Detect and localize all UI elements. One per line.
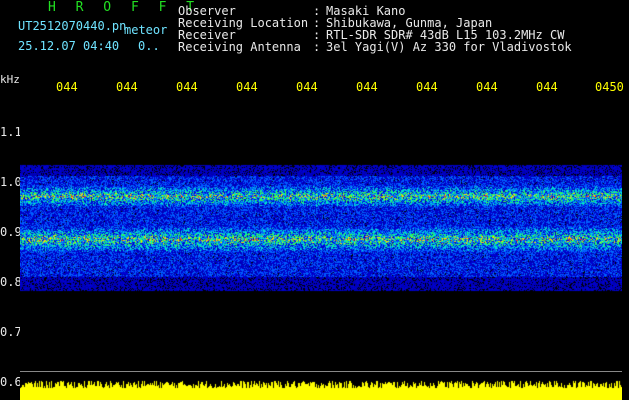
y-axis-unit: kHz: [0, 73, 20, 86]
y-tick-0.8: 0.8: [0, 275, 22, 289]
antenna-separator: :: [313, 40, 321, 54]
x-tick-0: 044: [56, 80, 78, 94]
x-tick-9: 0450: [595, 80, 624, 94]
y-tick-1.1: 1.1: [0, 125, 22, 139]
spectrogram-waterfall: [20, 96, 622, 400]
x-tick-8: 044: [536, 80, 558, 94]
reference-line: [20, 371, 622, 372]
y-tick-0.7: 0.7: [0, 325, 22, 339]
x-tick-1: 044: [116, 80, 138, 94]
meteor-badge: meteor: [124, 23, 168, 37]
x-tick-6: 044: [416, 80, 438, 94]
x-tick-2: 044: [176, 80, 198, 94]
image-filename: UT2512070440.pn: [18, 19, 127, 33]
x-tick-7: 044: [476, 80, 498, 94]
y-tick-0.6: 0.6: [0, 375, 22, 389]
x-tick-4: 044: [296, 80, 318, 94]
x-tick-3: 044: [236, 80, 258, 94]
y-tick-1.0: 1.0: [0, 175, 22, 189]
y-tick-0.9: 0.9: [0, 225, 22, 239]
antenna-label: Receiving Antenna: [178, 40, 301, 54]
meteor-count: 0..: [138, 39, 160, 53]
capture-datetime: 25.12.07 04:40: [18, 39, 120, 53]
x-tick-5: 044: [356, 80, 378, 94]
antenna-value: 3el Yagi(V) Az 330 for Vladivostok: [326, 40, 572, 54]
